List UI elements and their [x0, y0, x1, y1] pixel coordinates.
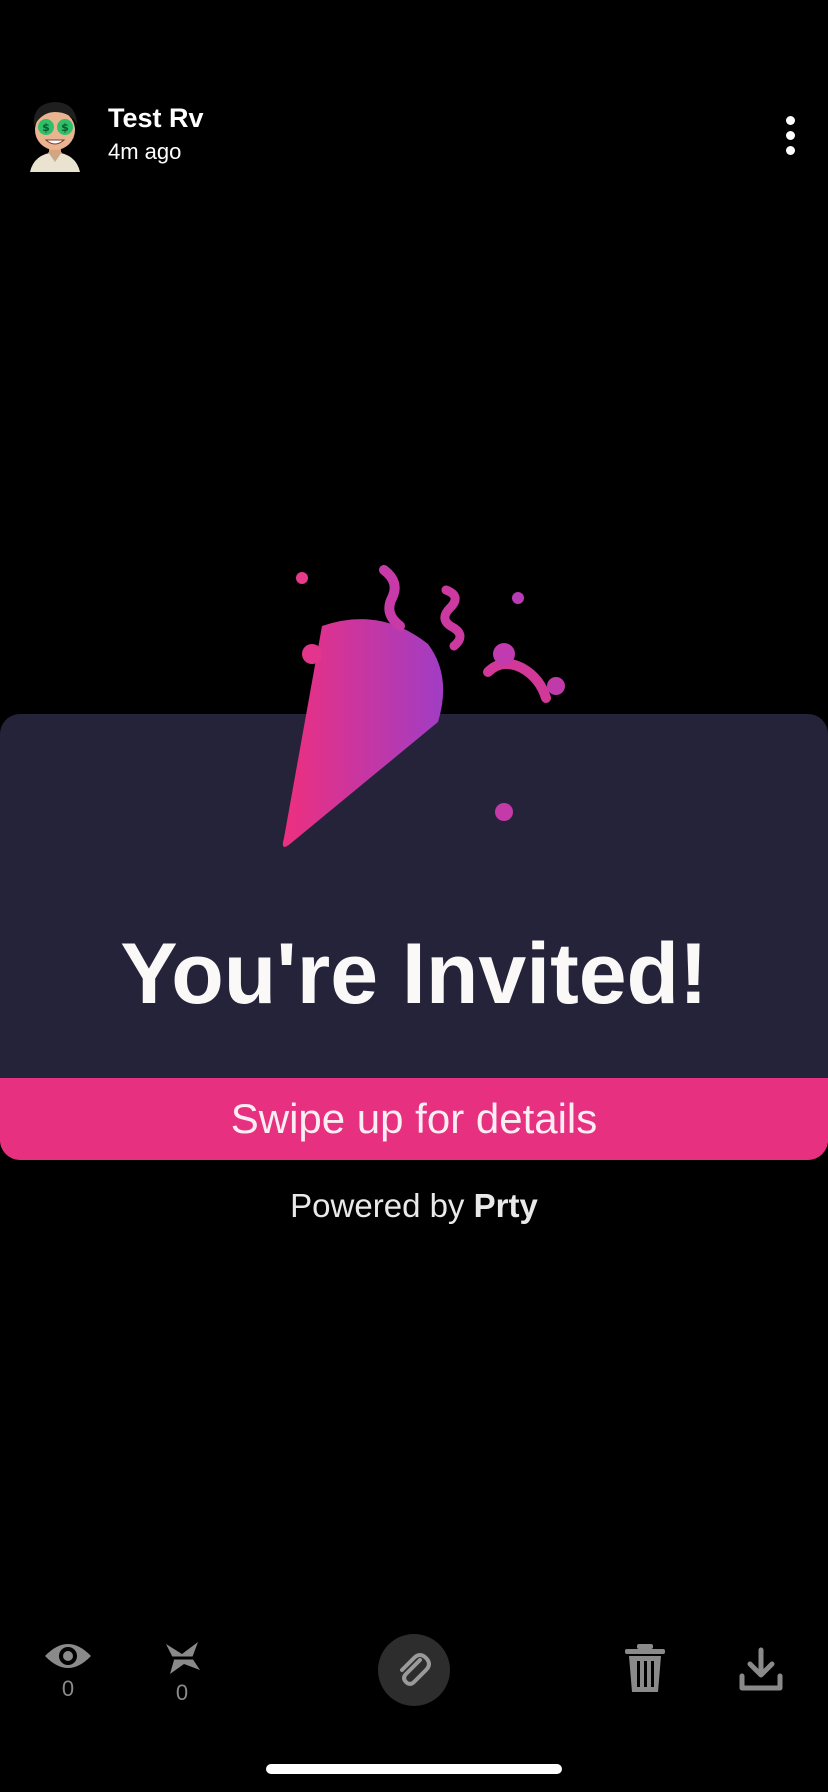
screenshots-count: 0: [175, 1680, 189, 1705]
svg-text:$: $: [42, 121, 50, 134]
swipe-up-bar[interactable]: Swipe up for details: [0, 1078, 828, 1160]
download-button[interactable]: [738, 1646, 784, 1692]
paperclip-icon: [400, 1653, 431, 1686]
more-vertical-icon: [785, 115, 795, 125]
story-toolbar: 0 0: [0, 1620, 828, 1740]
home-indicator[interactable]: [266, 1764, 562, 1774]
user-name[interactable]: Test Rv: [108, 102, 204, 134]
views-counter[interactable]: 0: [40, 1640, 96, 1702]
svg-text:$: $: [61, 121, 69, 134]
swipe-up-label: Swipe up for details: [230, 1095, 598, 1142]
party-popper-icon: [282, 565, 565, 847]
views-count: 0: [61, 1676, 75, 1701]
delete-button[interactable]: [622, 1642, 668, 1694]
powered-by: Powered by Prty: [0, 1184, 828, 1228]
screenshots-counter[interactable]: 0: [154, 1640, 210, 1706]
bitmoji-avatar-icon: $ $: [30, 102, 80, 172]
story-header: $ $ Test Rv 4m ago: [0, 0, 828, 200]
powered-by-prefix: Powered by: [290, 1187, 474, 1224]
story-timestamp: 4m ago: [108, 139, 182, 164]
trash-icon: [625, 1644, 665, 1692]
attach-button[interactable]: [378, 1634, 450, 1706]
powered-by-brand: Prty: [473, 1187, 538, 1224]
screenshot-icon: [164, 1642, 200, 1674]
eye-icon: [45, 1644, 91, 1668]
more-options-button[interactable]: [770, 110, 810, 160]
invite-title: You're Invited!: [120, 926, 708, 1022]
avatar[interactable]: $ $: [24, 96, 86, 172]
download-icon: [739, 1647, 783, 1691]
